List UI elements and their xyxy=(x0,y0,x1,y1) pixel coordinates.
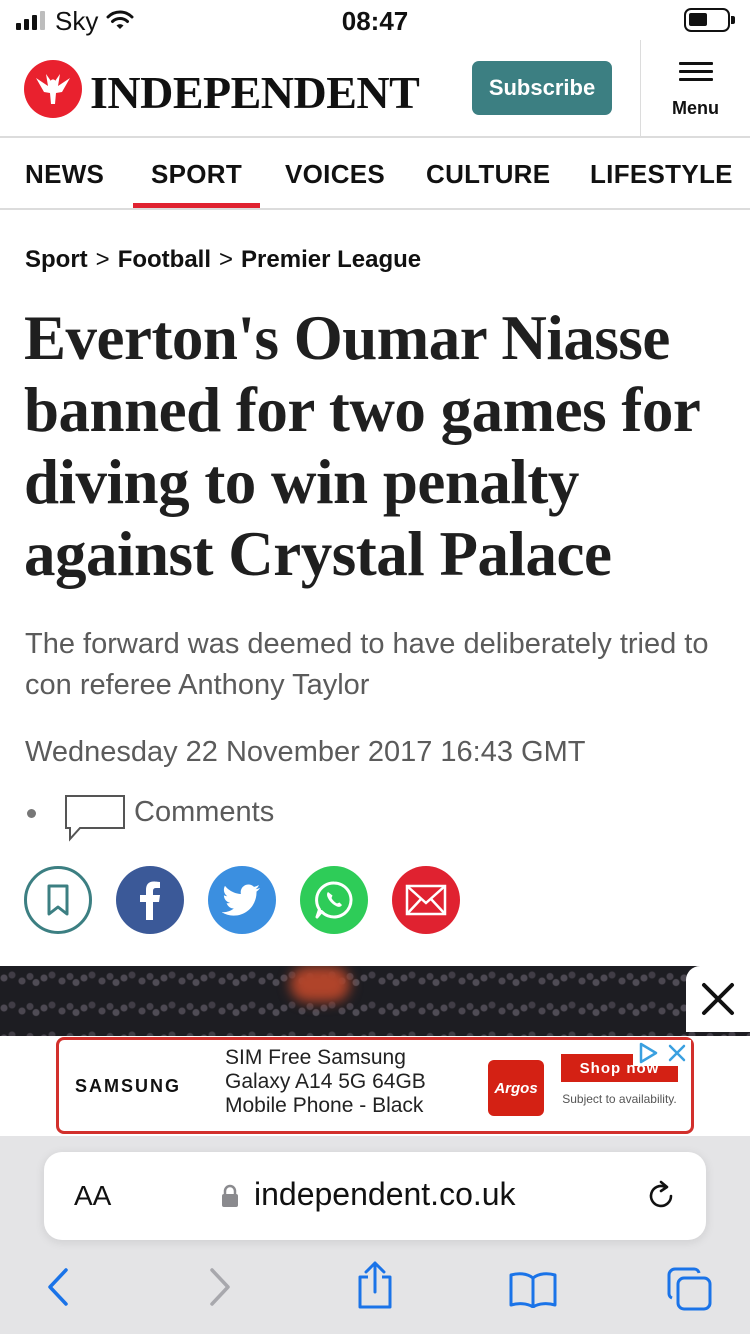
nav-item-culture[interactable]: CULTURE xyxy=(426,140,550,208)
menu-label: Menu xyxy=(672,98,719,118)
ad-availability-note: Subject to availability. xyxy=(562,1092,677,1106)
status-bar: Sky 08:47 xyxy=(0,0,750,40)
back-button[interactable] xyxy=(44,1266,74,1313)
menu-button[interactable]: Menu xyxy=(641,40,750,138)
breadcrumb: Sport > Football > Premier League xyxy=(25,246,421,274)
navigation-toolbar xyxy=(0,1260,750,1320)
share-row xyxy=(24,866,460,934)
eagle-logo-icon[interactable] xyxy=(24,60,82,118)
text-size-button[interactable]: AA xyxy=(74,1180,111,1212)
comments-link[interactable]: Comments xyxy=(134,796,274,829)
ad-choices[interactable] xyxy=(633,1040,691,1066)
url-text[interactable]: independent.co.uk xyxy=(254,1176,516,1213)
bullet-dot xyxy=(27,809,36,818)
nav-item-lifestyle[interactable]: LIFESTYLE xyxy=(590,140,733,208)
breadcrumb-football[interactable]: Football xyxy=(118,246,211,273)
article-hero-image xyxy=(0,966,750,1038)
ad-description: SIM Free Samsung Galaxy A14 5G 64GB Mobi… xyxy=(225,1046,426,1117)
section-nav: NEWS SPORT VOICES CULTURE LIFESTYLE xyxy=(0,140,750,210)
subscribe-button[interactable]: Subscribe xyxy=(472,61,612,115)
bookmark-button[interactable] xyxy=(24,866,92,934)
share-icon xyxy=(358,1261,392,1309)
whatsapp-icon xyxy=(315,881,353,919)
comment-bubble-icon[interactable] xyxy=(64,794,126,847)
breadcrumb-sport[interactable]: Sport xyxy=(25,246,88,273)
nav-item-news[interactable]: NEWS xyxy=(25,140,104,208)
breadcrumb-premier-league[interactable]: Premier League xyxy=(241,246,421,273)
adchoices-icon xyxy=(639,1042,658,1064)
twitter-icon xyxy=(222,884,260,916)
tabs-icon xyxy=(667,1267,712,1311)
share-button[interactable] xyxy=(354,1260,396,1315)
article-date: Wednesday 22 November 2017 16:43 GMT xyxy=(25,736,586,768)
ad-brand: SAMSUNG xyxy=(75,1076,182,1096)
battery-icon xyxy=(684,8,735,32)
article-headline: Everton's Oumar Niasse banned for two ga… xyxy=(24,303,700,589)
breadcrumb-separator: > xyxy=(95,246,110,273)
ad-retailer-logo: Argos xyxy=(488,1060,544,1116)
whatsapp-share-button[interactable] xyxy=(300,866,368,934)
status-time: 08:47 xyxy=(341,6,409,36)
close-icon xyxy=(702,983,734,1015)
lock-icon xyxy=(220,1184,240,1213)
bookmarks-button[interactable] xyxy=(508,1270,558,1313)
article-standfirst: The forward was deemed to have deliberat… xyxy=(25,628,709,701)
nav-item-voices[interactable]: VOICES xyxy=(285,140,385,208)
browser-toolbar: AA independent.co.uk xyxy=(0,1136,750,1334)
nav-item-sport[interactable]: SPORT xyxy=(133,140,260,208)
email-icon xyxy=(405,884,447,916)
ad-close-button[interactable] xyxy=(686,966,750,1032)
facebook-icon xyxy=(140,881,160,920)
advertisement-banner[interactable]: SAMSUNG SIM Free Samsung Galaxy A14 5G 6… xyxy=(56,1037,694,1134)
chevron-left-icon xyxy=(48,1268,68,1306)
address-bar[interactable]: AA independent.co.uk xyxy=(44,1152,706,1240)
bookmark-icon xyxy=(47,884,69,916)
twitter-share-button[interactable] xyxy=(208,866,276,934)
breadcrumb-separator: > xyxy=(219,246,234,273)
ad-dismiss-icon xyxy=(668,1044,686,1062)
book-icon xyxy=(509,1272,557,1309)
facebook-share-button[interactable] xyxy=(116,866,184,934)
reload-icon[interactable] xyxy=(644,1179,678,1218)
email-share-button[interactable] xyxy=(392,866,460,934)
site-logo-text[interactable]: INDEPENDENT xyxy=(90,66,420,119)
forward-button[interactable] xyxy=(204,1266,234,1313)
site-header: INDEPENDENT Subscribe Menu xyxy=(0,40,750,138)
tabs-button[interactable] xyxy=(666,1266,714,1317)
chevron-right-icon xyxy=(210,1268,230,1306)
hamburger-icon xyxy=(679,62,713,82)
